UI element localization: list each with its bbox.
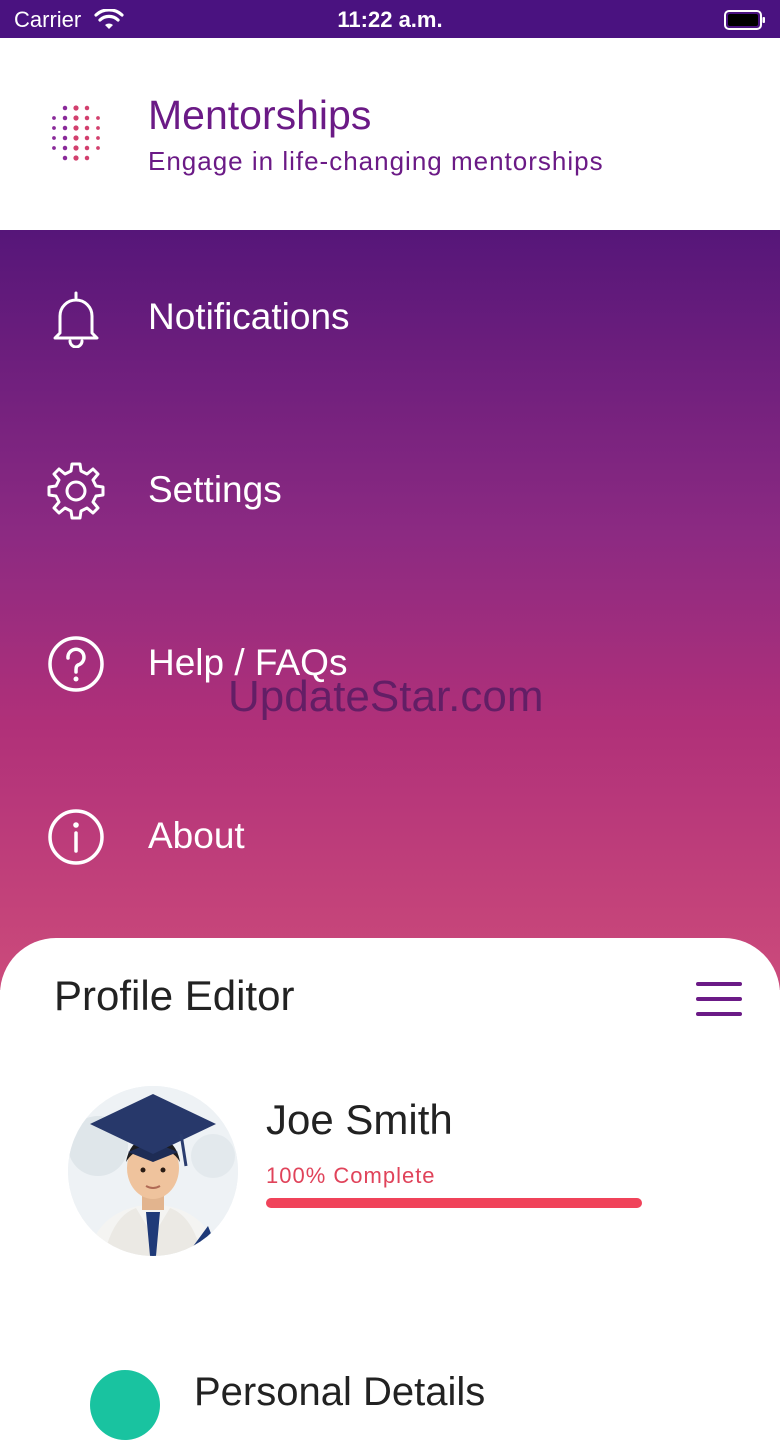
profile-editor-panel: Profile Editor Joe Smith 100% Complete P… <box>0 938 780 1440</box>
menu-item-settings[interactable]: Settings <box>0 441 780 541</box>
menu-item-label: About <box>148 815 245 856</box>
section-personal-details[interactable]: Personal Details <box>194 1370 485 1415</box>
hamburger-icon[interactable] <box>696 982 744 1018</box>
completion-text: 100% Complete <box>266 1163 436 1188</box>
status-bar: Carrier 11:22 a.m. <box>0 0 780 38</box>
app-title: Mentorships <box>148 92 372 138</box>
battery-icon <box>724 10 766 35</box>
menu-item-label: Notifications <box>148 296 350 337</box>
page-title: Profile Editor <box>54 972 295 1019</box>
menu-item-notifications[interactable]: Notifications <box>0 268 780 368</box>
menu-item-label: Settings <box>148 469 282 510</box>
completion-progress-bar <box>266 1198 642 1208</box>
question-circle-icon <box>46 634 106 694</box>
completion-progress-fill <box>266 1198 642 1208</box>
clock-time: 11:22 a.m. <box>337 7 443 32</box>
app-subtitle: Engage in life-changing mentorships <box>148 146 604 176</box>
brand-header: Mentorships Engage in life-changing ment… <box>0 38 780 230</box>
personal-details-icon[interactable] <box>90 1370 160 1440</box>
info-circle-icon <box>46 807 106 867</box>
gear-icon <box>46 461 106 521</box>
user-name: Joe Smith <box>266 1096 453 1143</box>
dots-logo-icon <box>46 102 106 171</box>
watermark-text: UpdateStar.com <box>228 672 544 721</box>
menu-item-about[interactable]: About <box>0 787 780 887</box>
side-menu: Notifications Settings Help / FAQs About <box>0 230 780 990</box>
bell-icon <box>46 288 106 349</box>
avatar[interactable] <box>68 1086 238 1256</box>
